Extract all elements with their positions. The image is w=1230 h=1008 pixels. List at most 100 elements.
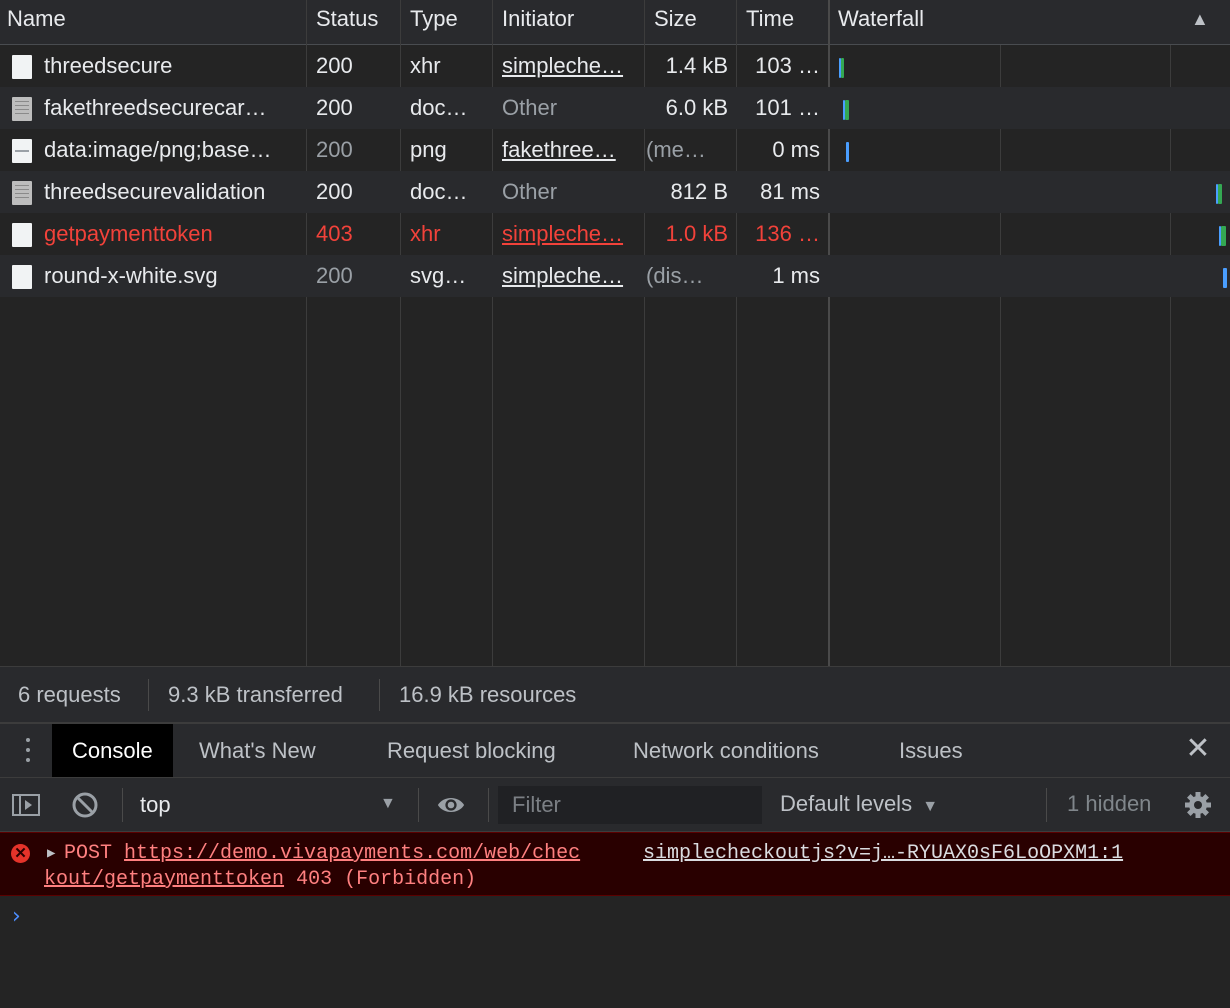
status-cell: 200 [316, 53, 353, 78]
type-cell: xhr [410, 53, 441, 78]
waterfall-bar [845, 100, 849, 120]
error-second-line: kout/getpaymenttoken 403 (Forbidden) [44, 867, 476, 893]
console-toolbar: top ▼ Default levels ▼ 1 hidden [0, 778, 1230, 832]
sidebar-toggle-icon[interactable] [11, 790, 41, 820]
type-cell: doc… [410, 95, 468, 120]
divider [1046, 788, 1047, 822]
column-header-waterfall[interactable]: Waterfall [831, 0, 924, 44]
network-request-table: Name Status Type Initiator Size Time Wat… [0, 0, 1230, 666]
column-header-name[interactable]: Name [0, 0, 66, 44]
log-levels-dropdown[interactable]: Default levels ▼ [780, 778, 938, 833]
log-levels-label: Default levels [780, 791, 913, 816]
name-cell[interactable]: threedsecure [44, 45, 298, 87]
waterfall-bar [1221, 226, 1226, 246]
column-header-type[interactable]: Type [403, 0, 458, 44]
waterfall-bar [846, 142, 849, 162]
error-status-text: 403 (Forbidden) [296, 868, 477, 891]
size-cell: 1.4 kB [665, 53, 728, 78]
hidden-message-count: 1 hidden [1067, 791, 1152, 816]
table-row[interactable]: getpaymenttoken 403 xhr simpleche… 1.0 kB 136… [0, 213, 1230, 255]
name-cell[interactable]: threedsecurevalidation [44, 171, 298, 213]
table-row[interactable]: threedsecurevalidation 200 doc… Other 812 B 8… [0, 171, 1230, 213]
tab-request-blocking[interactable]: Request blocking [367, 724, 576, 777]
column-header-size[interactable]: Size [647, 0, 697, 44]
clear-console-icon[interactable] [70, 790, 100, 820]
gear-icon[interactable] [1183, 790, 1213, 820]
image-icon [12, 139, 32, 163]
type-cell: svg… [410, 263, 467, 288]
type-cell: xhr [410, 221, 441, 246]
error-first-line: POST https://demo.vivapayments.com/web/c… [64, 841, 580, 867]
size-cell: (me… [646, 137, 706, 162]
divider [148, 679, 149, 711]
close-icon[interactable]: ✕ [1183, 734, 1213, 764]
status-cell: 200 [316, 179, 353, 204]
tab-whats-new[interactable]: What's New [179, 724, 336, 777]
table-header: Name Status Type Initiator Size Time Wat… [0, 0, 1230, 45]
tab-console[interactable]: Console [52, 724, 173, 777]
name-cell[interactable]: getpaymenttoken [44, 213, 298, 255]
waterfall-bar [841, 58, 844, 78]
size-cell: 1.0 kB [665, 221, 728, 246]
initiator-cell[interactable]: fakethree… [502, 129, 638, 171]
document-icon [12, 181, 32, 205]
eye-icon[interactable] [436, 790, 466, 820]
table-row[interactable]: fakethreedsecurecar… 200 doc… Other 6.0 kB 10… [0, 87, 1230, 129]
tab-network-conditions[interactable]: Network conditions [613, 724, 839, 777]
filter-input[interactable] [498, 786, 762, 824]
size-cell: 812 B [670, 179, 729, 204]
type-cell: doc… [410, 179, 468, 204]
time-cell: 0 ms [772, 137, 820, 162]
document-icon [12, 97, 32, 121]
status-cell: 200 [316, 263, 353, 288]
table-row[interactable]: threedsecure 200 xhr simpleche… 1.4 kB 103 … [0, 45, 1230, 87]
file-icon [12, 223, 32, 247]
file-icon [12, 55, 32, 79]
console-error-message[interactable]: ✕ ▶ POST https://demo.vivapayments.com/w… [0, 832, 1230, 896]
divider [418, 788, 419, 822]
more-tools-icon[interactable] [24, 738, 32, 766]
error-icon: ✕ [11, 844, 30, 863]
time-cell: 136 … [755, 221, 820, 246]
sort-ascending-icon[interactable]: ▲ [1191, 9, 1209, 30]
resources-size: 16.9 kB resources [399, 682, 577, 707]
status-cell: 200 [316, 137, 353, 162]
initiator-cell[interactable]: simpleche… [502, 213, 638, 255]
chevron-down-icon[interactable]: ▼ [380, 778, 396, 830]
initiator-cell: Other [502, 95, 558, 120]
waterfall-bar [1223, 268, 1227, 288]
context-selector[interactable]: top [140, 778, 400, 832]
chevron-down-icon: ▼ [922, 798, 939, 815]
divider [488, 788, 489, 822]
initiator-cell[interactable]: simpleche… [502, 255, 638, 297]
expand-triangle-icon[interactable]: ▶ [47, 845, 55, 862]
table-row[interactable]: data:image/png;base… 200 png fakethree… (me…… [0, 129, 1230, 171]
table-row[interactable]: round-x-white.svg 200 svg… simpleche… (dis… 1… [0, 255, 1230, 297]
waterfall-bar [1218, 184, 1222, 204]
size-cell: (dis… [646, 263, 704, 288]
tab-issues[interactable]: Issues [879, 724, 983, 777]
size-cell: 6.0 kB [665, 95, 728, 120]
name-cell[interactable]: round-x-white.svg [44, 255, 298, 297]
request-url-link-continued[interactable]: kout/getpaymenttoken [44, 868, 284, 891]
initiator-cell[interactable]: simpleche… [502, 45, 638, 87]
column-header-time[interactable]: Time [739, 0, 794, 44]
request-url-link[interactable]: https://demo.vivapayments.com/web/chec [124, 842, 580, 865]
status-cell: 403 [316, 221, 353, 246]
name-cell[interactable]: data:image/png;base… [44, 129, 298, 171]
request-count: 6 requests [18, 682, 121, 707]
type-cell: png [410, 137, 447, 162]
column-header-initiator[interactable]: Initiator [495, 0, 574, 44]
source-location-link[interactable]: simplecheckoutjs?v=j…-RYUAX0sF6LoOPXM1:1 [643, 841, 1123, 867]
time-cell: 101 … [755, 95, 820, 120]
divider [122, 788, 123, 822]
chevron-right-icon[interactable]: › [12, 904, 21, 929]
status-cell: 200 [316, 95, 353, 120]
name-cell[interactable]: fakethreedsecurecar… [44, 87, 298, 129]
column-header-status[interactable]: Status [309, 0, 378, 44]
time-cell: 81 ms [760, 179, 820, 204]
http-method: POST [64, 842, 113, 865]
initiator-cell: Other [502, 179, 558, 204]
time-cell: 1 ms [772, 263, 820, 288]
console-output: ✕ ▶ POST https://demo.vivapayments.com/w… [0, 832, 1230, 1008]
